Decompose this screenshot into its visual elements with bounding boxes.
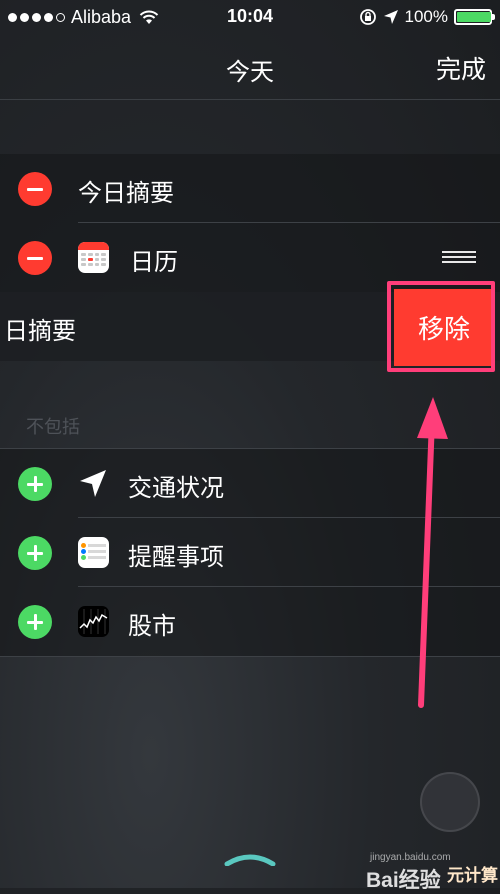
widget-label: 提醒事项 [128,543,224,571]
widget-row-stocks: 股市 [0,587,500,656]
remove-circle-button[interactable] [18,241,52,275]
page-title: 今天 [226,58,274,86]
battery-fill [457,12,491,22]
watermark-url: jingyan.baidu.com [370,852,451,863]
calendar-icon [78,242,109,273]
section-header-excluded: 不包括 [26,417,80,438]
widget-row-traffic: 交通状况 [0,449,500,518]
stocks-icon [78,606,109,637]
location-arrow-icon [80,470,106,497]
add-circle-button[interactable] [18,605,52,639]
annotation-arrow-icon [417,397,448,708]
nav-bar: 今天 完成 [0,34,500,100]
widget-row-today-summary: 今日摘要 [0,154,500,223]
assistive-touch-button[interactable] [420,772,480,832]
excluded-widgets: 交通状况 提醒事项 股市 [0,448,500,657]
watermark-corner: 元计算 [447,866,498,886]
add-circle-button[interactable] [18,536,52,570]
battery-icon [454,9,495,25]
widget-label: 股市 [128,612,176,640]
rotation-lock-icon [359,9,376,25]
location-arrow-icon [383,10,398,24]
battery-percent: 100% [404,7,448,26]
done-button[interactable]: 完成 [436,50,486,86]
remove-circle-button[interactable] [18,172,52,206]
add-circle-button[interactable] [18,467,52,501]
widget-label: 日摘要 [4,317,76,345]
widget-row-reminders: 提醒事项 [0,518,500,587]
annotation-highlight-box [387,281,495,372]
watermark-logo: Bai经验 [366,869,441,892]
reminders-icon [78,537,109,568]
status-bar: Alibaba 10:04 100% [0,0,500,34]
widget-label: 交通状况 [128,474,224,502]
reorder-handle-icon[interactable] [442,251,476,264]
status-right: 100% [359,7,495,27]
pull-handle-icon[interactable] [224,852,276,866]
widget-label: 日历 [130,248,178,276]
widget-label: 今日摘要 [78,179,174,207]
